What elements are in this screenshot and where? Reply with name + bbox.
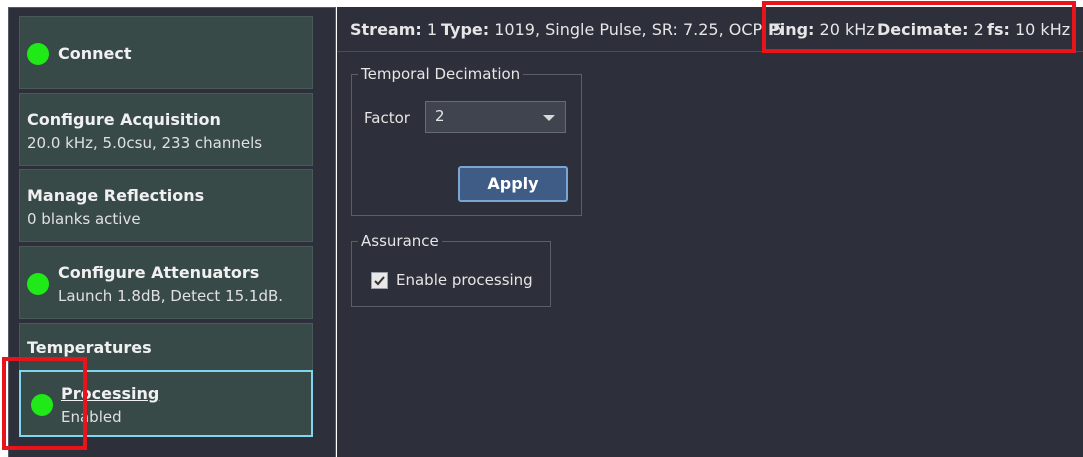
sidebar-item-sublabel: 20.0 kHz, 5.0csu, 233 channels (27, 134, 263, 152)
enable-processing-label[interactable]: Enable processing (396, 271, 533, 289)
stream-status: Stream: 1 (350, 20, 438, 39)
sidebar-item-label: Configure Attenuators (58, 263, 260, 282)
type-status: Type: 1019, Single Pulse, SR: 7.25, OCP:… (441, 20, 783, 39)
sidebar-item-configure-acquisition[interactable]: Configure Acquisition 20.0 kHz, 5.0csu, … (19, 93, 313, 166)
fs-status: fs: 10 kHz (987, 20, 1071, 39)
status-led-icon (27, 43, 49, 65)
checkmark-icon (374, 276, 385, 286)
factor-value: 2 (435, 107, 445, 125)
sidebar-item-label: Processing (61, 384, 160, 403)
status-led-icon (31, 394, 53, 416)
factor-select[interactable]: 2 (425, 101, 566, 133)
chevron-down-icon (543, 115, 555, 121)
sidebar-item-label: Temperatures (27, 338, 152, 357)
sidebar-item-configure-attenuators[interactable]: Configure Attenuators Launch 1.8dB, Dete… (19, 246, 313, 319)
apply-button[interactable]: Apply (458, 166, 568, 202)
sidebar-item-sublabel: 0 blanks active (27, 210, 141, 228)
sidebar-item-sublabel: Launch 1.8dB, Detect 15.1dB. (58, 287, 284, 305)
enable-processing-checkbox[interactable] (371, 272, 388, 289)
status-led-icon (27, 273, 49, 295)
sidebar-item-connect[interactable]: Connect (19, 16, 313, 89)
sidebar-item-label: Configure Acquisition (27, 110, 221, 129)
sidebar-item-manage-reflections[interactable]: Manage Reflections 0 blanks active (19, 169, 313, 242)
group-legend: Assurance (358, 232, 442, 250)
sidebar-item-label: Manage Reflections (27, 186, 205, 205)
sidebar-item-processing[interactable]: Processing Enabled (19, 370, 313, 437)
sidebar-item-label: Connect (58, 44, 132, 63)
ping-status: Ping: 20 kHz (768, 20, 875, 39)
sidebar: Connect Configure Acquisition 20.0 kHz, … (8, 7, 336, 457)
factor-label: Factor (364, 109, 410, 127)
decimate-status: Decimate: 2 (877, 20, 984, 39)
status-bar: Stream: 1 Type: 1019, Single Pulse, SR: … (337, 7, 1083, 52)
sidebar-item-sublabel: Enabled (61, 408, 122, 426)
group-legend: Temporal Decimation (358, 65, 524, 83)
